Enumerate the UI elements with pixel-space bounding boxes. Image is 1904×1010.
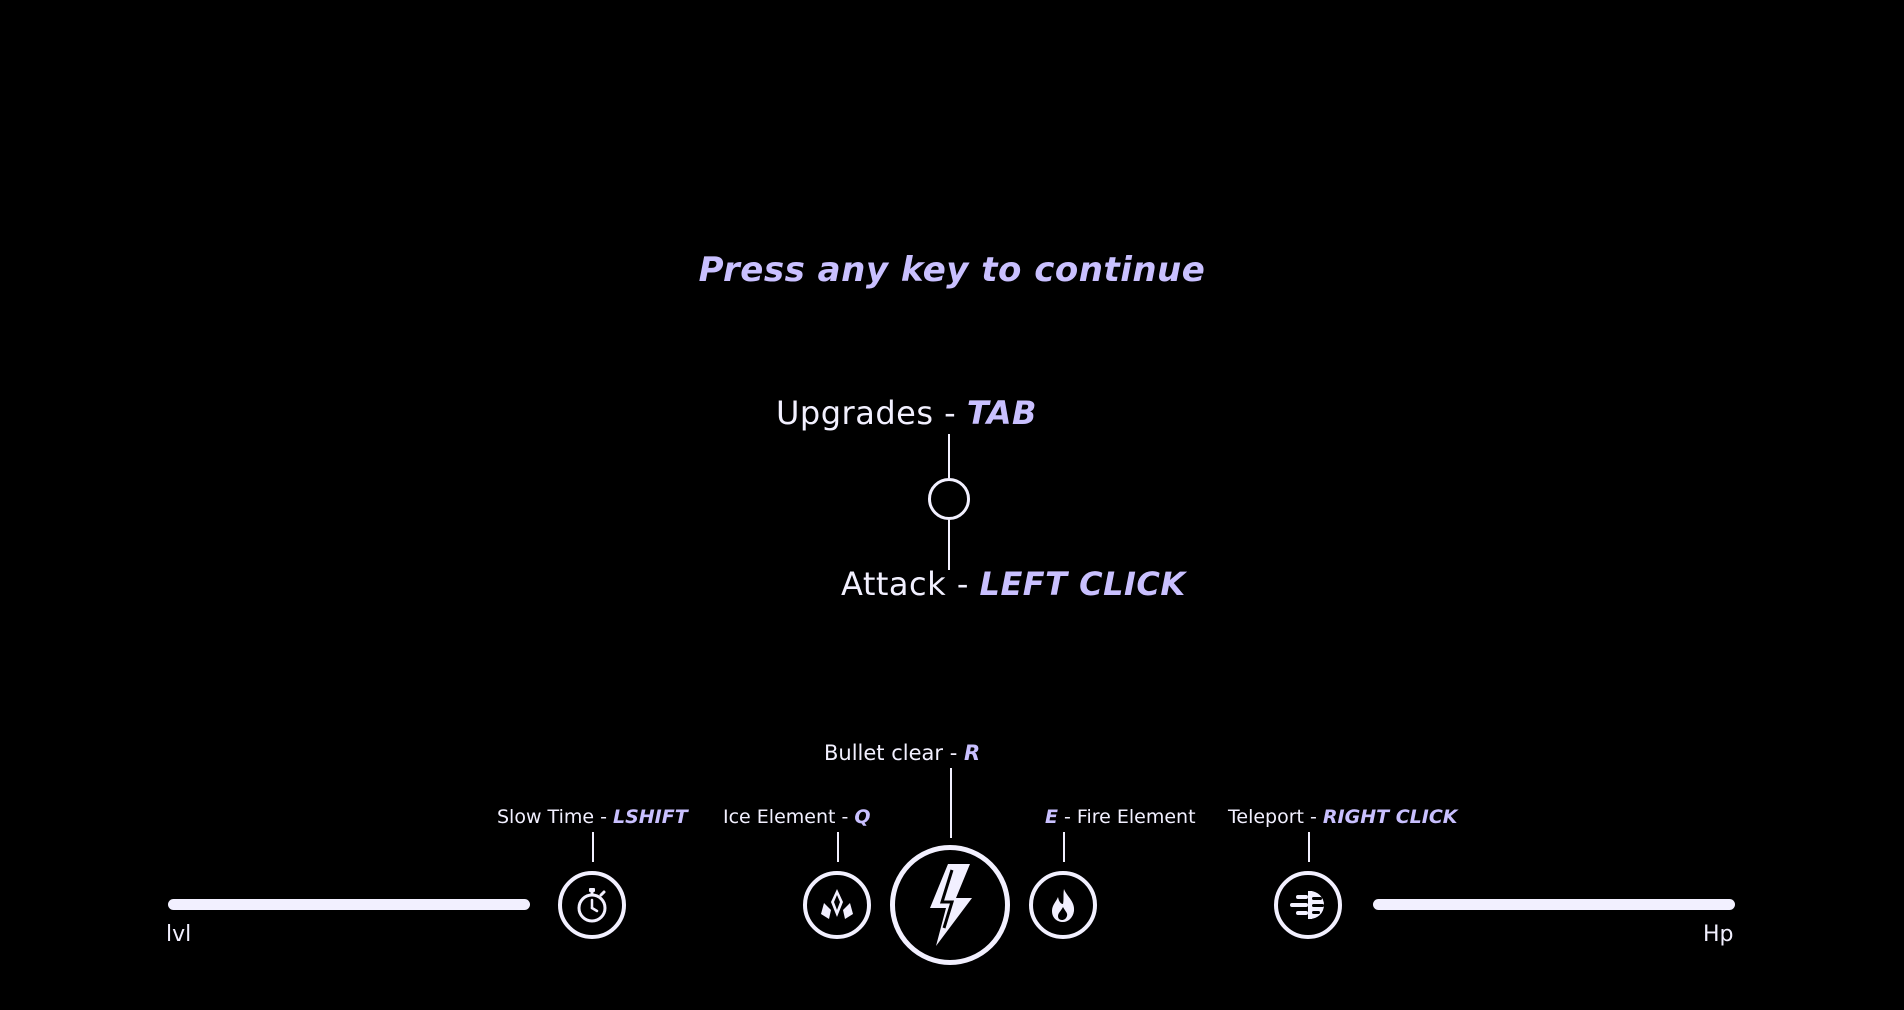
attack-label: Attack - bbox=[841, 565, 980, 603]
slow-time-control: Slow Time - LSHIFT bbox=[497, 806, 688, 828]
upgrades-connector bbox=[948, 434, 950, 478]
hp-bar-fill bbox=[1373, 899, 1735, 910]
crosshair-reticle bbox=[928, 478, 970, 520]
teleport-key: RIGHT CLICK bbox=[1322, 806, 1458, 828]
fire-element-key: E bbox=[1045, 806, 1058, 828]
slow-time-connector bbox=[592, 832, 594, 862]
fire-element-label: - Fire Element bbox=[1057, 806, 1196, 828]
upgrades-key: TAB bbox=[966, 394, 1037, 432]
bullet-clear-ability bbox=[890, 845, 1010, 965]
ice-element-label: Ice Element - bbox=[723, 806, 855, 828]
lightning-bolt-icon bbox=[930, 864, 972, 946]
fire-element-ability bbox=[1029, 871, 1097, 939]
continue-prompt: Press any key to continue bbox=[698, 250, 1206, 290]
hp-bar-track bbox=[1373, 899, 1735, 910]
slow-time-key: LSHIFT bbox=[612, 806, 688, 828]
ice-element-ability bbox=[803, 871, 871, 939]
level-bar-track bbox=[168, 899, 530, 910]
slow-time-label: Slow Time - bbox=[497, 806, 613, 828]
upgrades-label: Upgrades - bbox=[776, 394, 967, 432]
fire-element-control: E - Fire Element bbox=[1045, 806, 1196, 828]
bullet-clear-connector bbox=[950, 768, 952, 838]
bullet-clear-key: R bbox=[963, 741, 981, 765]
ice-element-connector bbox=[837, 832, 839, 862]
attack-connector bbox=[948, 520, 950, 570]
teleport-control: Teleport - RIGHT CLICK bbox=[1228, 806, 1457, 828]
ice-element-key: Q bbox=[854, 806, 871, 828]
teleport-ability bbox=[1274, 871, 1342, 939]
attack-control: Attack - LEFT CLICK bbox=[841, 565, 1186, 603]
ice-crystal-icon bbox=[821, 889, 853, 919]
bullet-clear-control: Bullet clear - R bbox=[824, 741, 980, 765]
level-bar-fill bbox=[168, 899, 530, 910]
stopwatch-icon bbox=[577, 888, 607, 923]
level-label: lvl bbox=[166, 922, 192, 947]
upgrades-control: Upgrades - TAB bbox=[776, 394, 1037, 432]
flame-icon bbox=[1052, 889, 1075, 922]
slow-time-ability bbox=[558, 871, 626, 939]
teleport-connector bbox=[1308, 832, 1310, 862]
ice-element-control: Ice Element - Q bbox=[723, 806, 871, 828]
hp-label: Hp bbox=[1703, 922, 1734, 947]
dash-icon bbox=[1290, 891, 1324, 919]
attack-key: LEFT CLICK bbox=[979, 565, 1186, 603]
fire-element-connector bbox=[1063, 832, 1065, 862]
bullet-clear-label: Bullet clear - bbox=[824, 741, 964, 765]
teleport-label: Teleport - bbox=[1228, 806, 1323, 828]
